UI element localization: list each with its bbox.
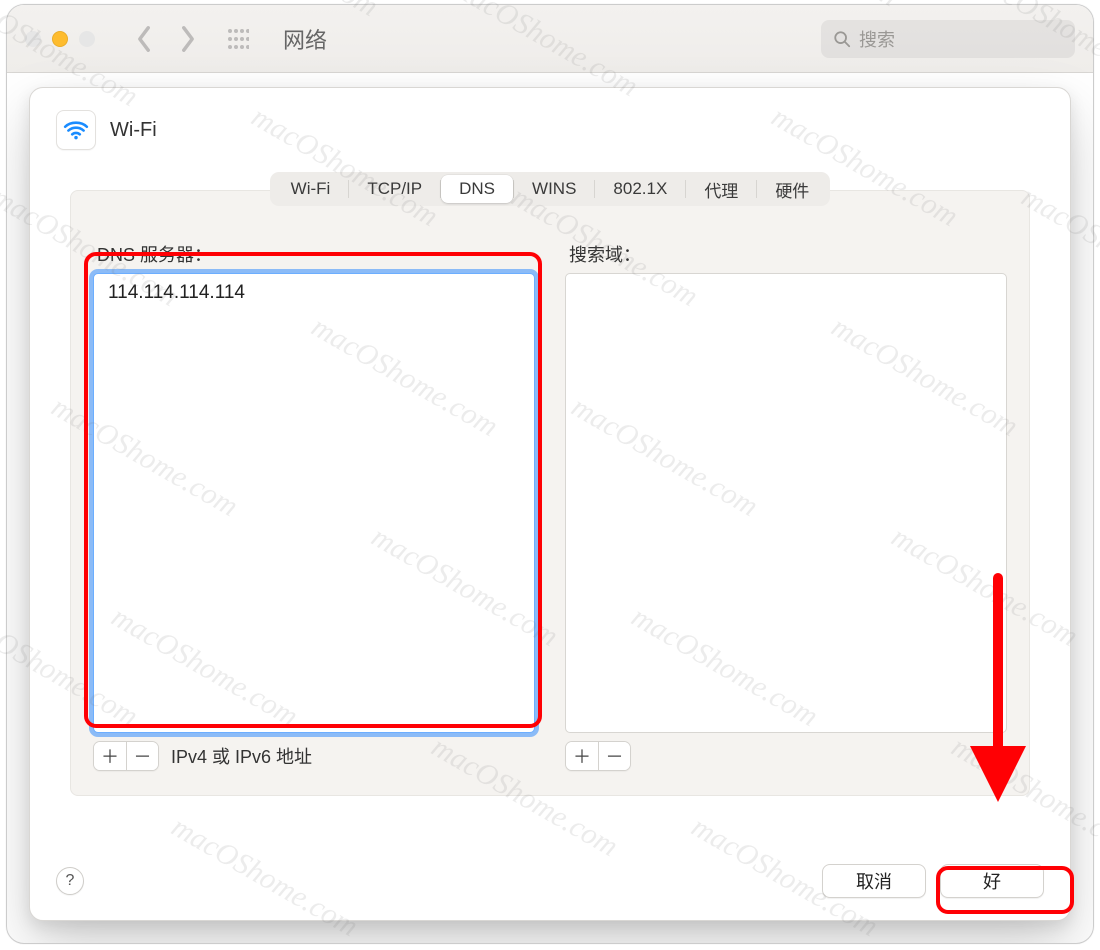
tab-wins[interactable]: WINS bbox=[514, 175, 594, 203]
cancel-button[interactable]: 取消 bbox=[822, 864, 926, 898]
dns-servers-label: DNS 服务器： bbox=[93, 241, 535, 267]
tab-tcpip[interactable]: TCP/IP bbox=[349, 175, 440, 203]
remove-search-domain-button[interactable]: － bbox=[598, 742, 630, 770]
tab-8021x[interactable]: 802.1X bbox=[595, 175, 685, 203]
search-domains-column: 搜索域： ＋ － bbox=[565, 241, 1007, 771]
search-domains-list[interactable] bbox=[565, 273, 1007, 733]
forward-button[interactable] bbox=[171, 22, 205, 56]
search-placeholder: 搜索 bbox=[859, 26, 895, 52]
sheet-title: Wi-Fi bbox=[110, 119, 157, 142]
tab-wifi[interactable]: Wi-Fi bbox=[273, 175, 349, 203]
tab-hardware[interactable]: 硬件 bbox=[757, 175, 827, 203]
tab-dns[interactable]: DNS bbox=[441, 175, 513, 203]
dns-servers-list[interactable]: 114.114.114.114 bbox=[93, 273, 535, 733]
remove-dns-server-button[interactable]: － bbox=[126, 742, 158, 770]
minimize-window-button[interactable] bbox=[52, 31, 68, 47]
add-dns-server-button[interactable]: ＋ bbox=[94, 742, 126, 770]
dns-server-row[interactable]: 114.114.114.114 bbox=[94, 274, 534, 312]
chevron-right-icon bbox=[179, 25, 197, 53]
add-search-domain-button[interactable]: ＋ bbox=[566, 742, 598, 770]
search-domains-add-remove: ＋ － bbox=[565, 741, 631, 771]
tab-proxy[interactable]: 代理 bbox=[686, 175, 756, 203]
sheet-header: Wi-Fi bbox=[30, 88, 1070, 150]
dns-servers-column: DNS 服务器： 114.114.114.114 ＋ － IPv4 或 IPv6… bbox=[93, 241, 535, 771]
window-title: 网络 bbox=[283, 23, 327, 55]
wifi-icon bbox=[56, 110, 96, 150]
window: 网络 搜索 Wi-Fi Wi-Fi bbox=[6, 4, 1094, 944]
ok-button[interactable]: 好 bbox=[940, 864, 1044, 898]
settings-sheet: Wi-Fi Wi-Fi TCP/IP DNS WINS 802.1X 代理 硬件 bbox=[29, 87, 1071, 921]
close-window-button[interactable] bbox=[25, 31, 41, 47]
dns-servers-add-remove: ＋ － bbox=[93, 741, 159, 771]
maximize-window-button[interactable] bbox=[79, 31, 95, 47]
show-all-button[interactable] bbox=[221, 22, 255, 56]
grid-icon bbox=[227, 28, 249, 50]
dns-panel: DNS 服务器： 114.114.114.114 ＋ － IPv4 或 IPv6… bbox=[70, 190, 1030, 796]
sheet-footer: ? 取消 好 bbox=[30, 846, 1070, 920]
search-input[interactable]: 搜索 bbox=[821, 20, 1075, 58]
back-button[interactable] bbox=[127, 22, 161, 56]
titlebar: 网络 搜索 bbox=[7, 5, 1093, 73]
search-icon bbox=[833, 30, 851, 48]
chevron-left-icon bbox=[135, 25, 153, 53]
help-button[interactable]: ? bbox=[56, 867, 84, 895]
window-controls bbox=[25, 31, 95, 47]
dns-address-hint: IPv4 或 IPv6 地址 bbox=[171, 743, 312, 769]
search-domains-label: 搜索域： bbox=[565, 241, 1007, 267]
